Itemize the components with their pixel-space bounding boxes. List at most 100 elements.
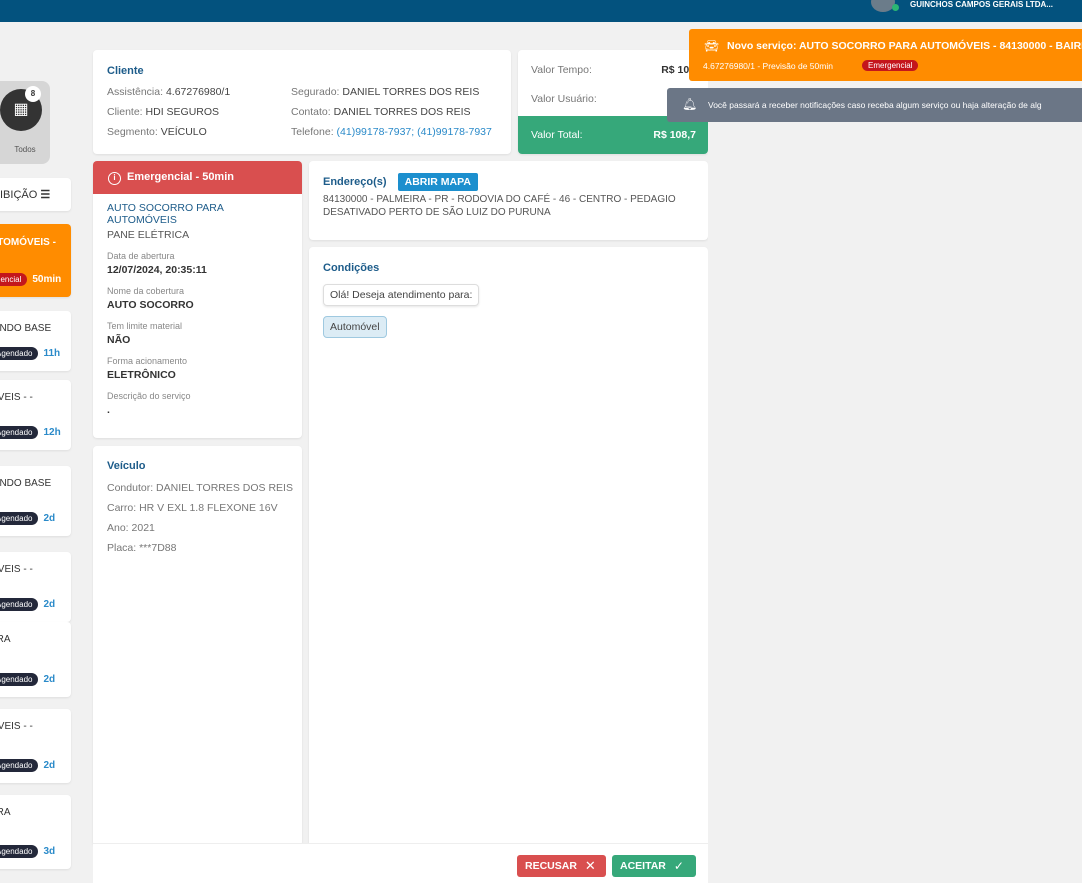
ano: Ano: 2021: [107, 522, 155, 534]
field-value: ELETRÔNICO: [107, 369, 176, 381]
endereco-card: Endereço(s) ABRIR MAPA 84130000 - PALMEI…: [309, 161, 708, 240]
service-title: UTOMÓVEIS -: [0, 237, 56, 248]
recusar-label: RECUSAR: [525, 860, 577, 872]
exibicao-button[interactable]: IBIÇÃO ☰: [0, 178, 71, 211]
label: Cliente:: [107, 106, 143, 118]
sliders-icon: ☰: [40, 189, 51, 201]
emergencial-label: Emergencial - 50min: [127, 171, 234, 183]
todos-label: Todos: [14, 145, 36, 154]
info-icon: i: [108, 172, 121, 185]
aceitar-button[interactable]: ACEITAR ✓: [612, 855, 696, 877]
notification-title: Novo serviço: AUTO SOCORRO PARA AUTOMÓVE…: [727, 40, 1082, 52]
segurado-value: DANIEL TORRES DOS REIS: [342, 86, 480, 98]
service-card[interactable]: ARA Agendado 3d: [0, 795, 71, 869]
assistencia-value: 4.67276980/1: [165, 86, 231, 98]
service-card[interactable]: AINDO BASE Agendado 11h: [0, 311, 71, 371]
abrir-mapa-button[interactable]: ABRIR MAPA: [397, 173, 478, 191]
telefone-link[interactable]: (41)99178-7937; (41)99178-7937: [337, 126, 492, 138]
field-value: .: [107, 404, 110, 416]
bell-icon: 🔔︎: [682, 97, 698, 111]
service-card[interactable]: AINDO BASE Agendado 2d: [0, 466, 71, 536]
veiculo-title: Veículo: [107, 460, 146, 472]
service-subtitle: PANE ELÉTRICA: [107, 229, 190, 241]
label: Segmento:: [107, 126, 158, 138]
label: Contato:: [291, 106, 331, 118]
emergencial-header: i Emergencial - 50min: [93, 161, 302, 194]
status-badge: Agendado: [0, 759, 39, 772]
info-toast-text: Você passará a receber notificações caso…: [708, 100, 1042, 110]
online-status-icon: [892, 4, 899, 11]
service-title: ÓVEIS - -: [0, 564, 33, 575]
field-value: AUTO SOCORRO: [107, 299, 194, 311]
status-badge: Agendado: [0, 673, 39, 686]
aceitar-label: ACEITAR: [620, 860, 666, 872]
top-bar: GUINCHOS CAMPOS GERAIS LTDA...: [0, 0, 1082, 22]
service-title: ARA: [0, 634, 11, 645]
valor-usuario-label: Valor Usuário:: [531, 93, 597, 105]
service-title: ARA: [0, 807, 11, 818]
service-time: 3d: [43, 846, 56, 857]
field-label: Nome da cobertura: [107, 286, 185, 296]
filter-todos[interactable]: ▦ 8 Todos: [0, 81, 50, 164]
label: Assistência:: [107, 86, 164, 98]
scroll-gutter: [708, 40, 718, 883]
car-icon: 🚘︎: [704, 39, 720, 53]
condicoes-card: Condições Olá! Deseja atendimento para: …: [309, 247, 708, 847]
service-title: AINDO BASE: [0, 478, 52, 489]
label: Telefone:: [291, 126, 334, 138]
servico-card: i Emergencial - 50min AUTO SOCORRO PARA A…: [93, 161, 302, 438]
label: Segurado:: [291, 86, 340, 98]
notification-subtitle: 4.67276980/1 - Previsão de 50min: [703, 61, 833, 71]
service-card[interactable]: ÓVEIS - - Agendado 2d: [0, 552, 71, 622]
valor-total: R$ 108,7: [653, 129, 696, 141]
field-label: Forma acionamento: [107, 356, 188, 366]
segmento-value: VEÍCULO: [160, 126, 207, 138]
service-time: 2d: [43, 513, 56, 524]
new-service-notification[interactable]: 🚘︎ Novo serviço: AUTO SOCORRO PARA AUTOM…: [689, 29, 1082, 81]
field-label: Data de abertura: [107, 251, 175, 261]
address-line-2: DESATIVADO PERTO DE SÃO LUIZ DO PURUNA: [323, 207, 551, 218]
service-time: 12h: [43, 427, 61, 438]
service-card-active[interactable]: UTOMÓVEIS - gencial 50min: [0, 224, 71, 297]
service-time: 50min: [32, 274, 62, 285]
service-card[interactable]: ÓVEIS - - Agendado 12h: [0, 380, 71, 450]
count-badge: 8: [25, 86, 41, 102]
status-badge: Agendado: [0, 598, 39, 611]
address-line-1: 84130000 - PALMEIRA - PR - RODOVIA DO CA…: [323, 194, 676, 205]
service-time: 2d: [43, 674, 56, 685]
service-time: 2d: [43, 760, 56, 771]
field-label: Descrição do serviço: [107, 391, 191, 401]
carro: Carro: HR V EXL 1.8 FLEXONE 16V: [107, 502, 278, 514]
field-value: 12/07/2024, 20:35:11: [107, 264, 207, 276]
exibicao-label: IBIÇÃO: [0, 189, 38, 201]
endereco-title: Endereço(s): [323, 176, 387, 188]
service-title: AINDO BASE: [0, 323, 52, 334]
service-card[interactable]: ÓVEIS - - Agendado 2d: [0, 709, 71, 783]
status-badge: Agendado: [0, 347, 39, 360]
service-card[interactable]: ARA Agendado 2d: [0, 622, 71, 697]
service-type: AUTO SOCORRO PARA AUTOMÓVEIS: [107, 202, 224, 226]
field-value: NÃO: [107, 334, 131, 346]
status-badge: Agendado: [0, 512, 39, 525]
veiculo-card: Veículo Condutor: DANIEL TORRES DOS REIS…: [93, 446, 302, 846]
service-title: ÓVEIS - -: [0, 392, 33, 403]
company-name: GUINCHOS CAMPOS GERAIS LTDA...: [910, 0, 1053, 9]
condutor: Condutor: DANIEL TORRES DOS REIS: [107, 482, 293, 494]
check-icon: ✓: [673, 859, 684, 873]
close-icon: ✕: [584, 858, 596, 873]
valor-tempo-label: Valor Tempo:: [531, 64, 592, 76]
info-toast[interactable]: 🔔︎ Você passará a receber notificações c…: [667, 88, 1082, 122]
status-badge: gencial: [0, 273, 28, 286]
contato-value: DANIEL TORRES DOS REIS: [333, 106, 471, 118]
placa: Placa: ***7D88: [107, 542, 177, 554]
cliente-value: HDI SEGUROS: [145, 106, 220, 118]
recusar-button[interactable]: RECUSAR ✕: [517, 855, 606, 877]
service-time: 2d: [43, 599, 56, 610]
field-label: Tem limite material: [107, 321, 183, 331]
question-bubble: Olá! Deseja atendimento para:: [323, 284, 480, 306]
service-time: 11h: [43, 348, 61, 359]
cliente-title: Cliente: [107, 65, 144, 77]
cliente-card: Cliente Assistência: 4.67276980/1 Client…: [93, 50, 511, 154]
answer-option[interactable]: Automóvel: [323, 316, 387, 338]
valor-total-label: Valor Total:: [531, 129, 583, 141]
